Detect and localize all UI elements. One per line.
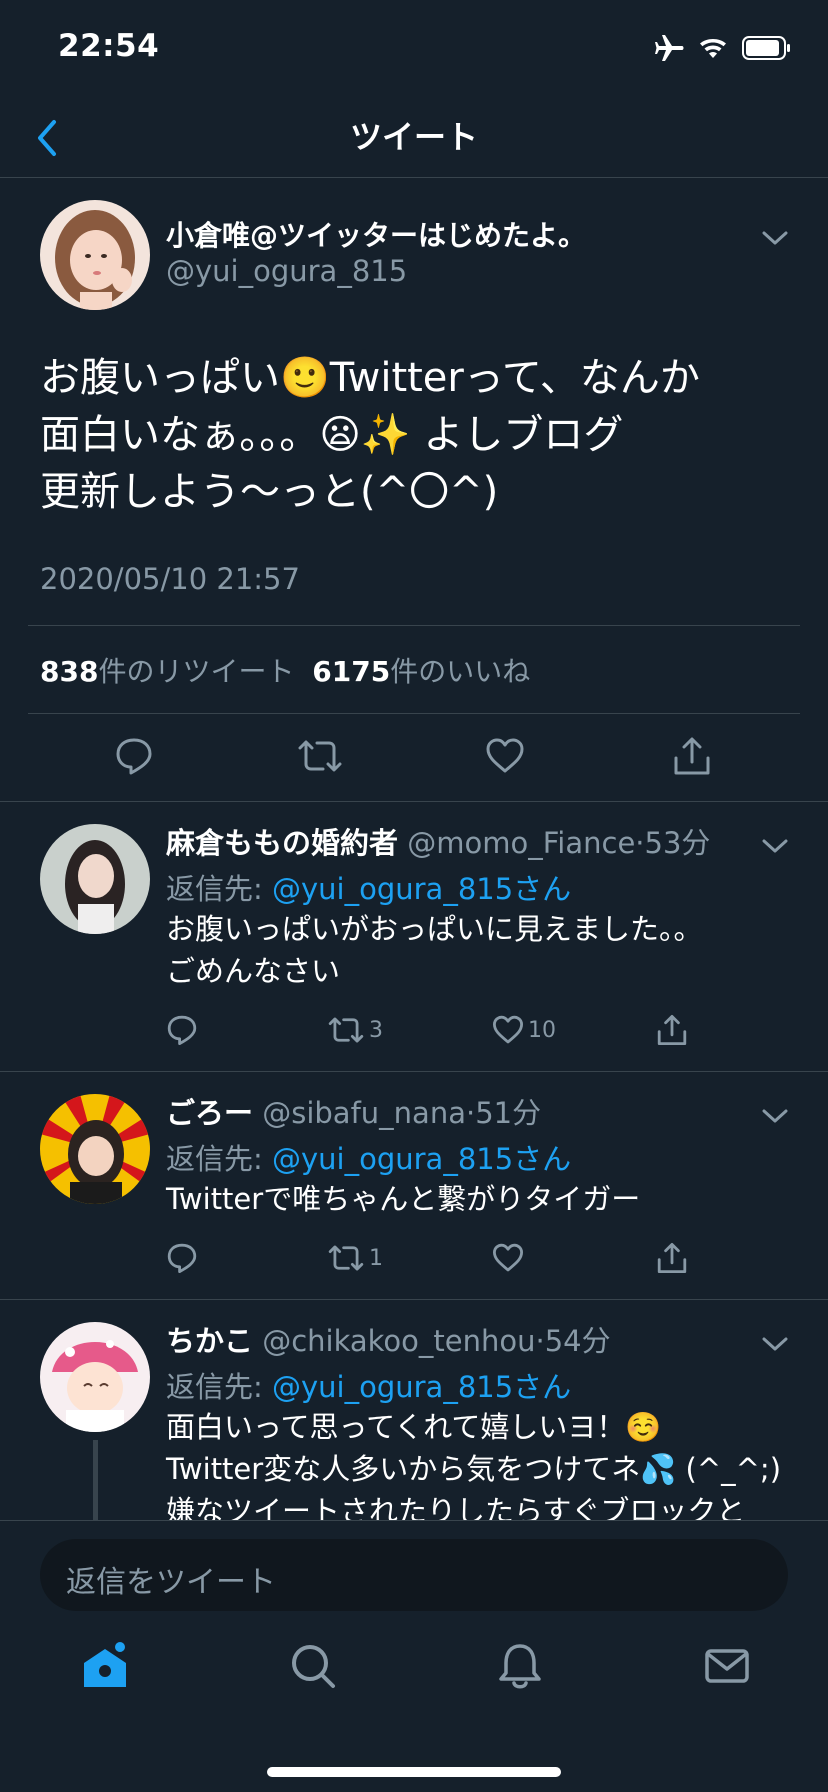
tweet-actions bbox=[0, 736, 828, 786]
reply-header: ちかこ @chikakoo_tenhou·54分 bbox=[166, 1324, 611, 1358]
reply-author-handle[interactable]: @chikakoo_tenhou bbox=[262, 1324, 535, 1358]
airplane-mode-icon bbox=[655, 35, 684, 61]
home-indicator[interactable] bbox=[267, 1767, 561, 1777]
like-label: 件のいいね bbox=[390, 655, 531, 688]
reply-text: Twitterで唯ちゃんと繋がりタイガー bbox=[166, 1182, 641, 1216]
status-bar: 22:54 bbox=[0, 0, 828, 100]
reply-icon bbox=[167, 1243, 197, 1273]
reply-time: 51分 bbox=[475, 1096, 542, 1130]
reply-author-handle[interactable]: @sibafu_nana bbox=[262, 1096, 466, 1130]
reply-author-handle[interactable]: @momo_Fiance bbox=[407, 826, 635, 860]
messages-mail-icon[interactable] bbox=[702, 1641, 752, 1691]
reply-icon[interactable] bbox=[114, 736, 154, 776]
chevron-down-icon[interactable] bbox=[760, 1334, 790, 1354]
share-icon bbox=[657, 1015, 687, 1045]
retweet-icon bbox=[328, 1245, 364, 1271]
reply-author-name[interactable]: ごろー bbox=[166, 1096, 253, 1130]
battery-icon bbox=[742, 36, 790, 60]
retweet-count: 838 bbox=[40, 655, 99, 688]
search-icon[interactable] bbox=[288, 1641, 338, 1691]
retweet-count: 1 bbox=[369, 1245, 383, 1271]
reply-header: ごろー @sibafu_nana·51分 bbox=[166, 1096, 542, 1130]
like-heart-icon[interactable] bbox=[485, 736, 525, 776]
reply-to: 返信先: @yui_ogura_815さん bbox=[166, 872, 572, 906]
tweet-text: お腹いっぱい🙂Twitterって、なんか 面白いなぁ。。。😦✨ よしブログ 更新… bbox=[40, 355, 700, 515]
page-title: ツイート bbox=[349, 118, 478, 156]
reply-icon bbox=[167, 1015, 197, 1045]
reply-composer: 返信をツイート bbox=[0, 1520, 828, 1792]
reply-tweet[interactable]: ごろー @sibafu_nana·51分 返信先: @yui_ogura_815… bbox=[0, 1072, 828, 1300]
chevron-down-icon[interactable] bbox=[760, 228, 790, 248]
reply-time: 54分 bbox=[544, 1324, 611, 1358]
like-count: 10 bbox=[528, 1017, 556, 1043]
notifications-bell-icon[interactable] bbox=[495, 1641, 545, 1691]
tweet-timestamp: 2020/05/10 21:57 bbox=[40, 562, 300, 596]
reply-header: 麻倉ももの婚約者 @momo_Fiance·53分 bbox=[166, 826, 711, 860]
retweet-label: 件のリツイート bbox=[98, 655, 295, 688]
reply-button[interactable] bbox=[166, 1242, 198, 1274]
share-button[interactable] bbox=[656, 1014, 688, 1046]
avatar[interactable] bbox=[40, 824, 150, 934]
reply-actions: 1 bbox=[0, 1242, 828, 1282]
like-heart-icon bbox=[493, 1015, 523, 1044]
wifi-icon bbox=[700, 39, 726, 58]
chevron-down-icon[interactable] bbox=[760, 1106, 790, 1126]
avatar[interactable] bbox=[40, 200, 150, 310]
retweet-icon bbox=[328, 1017, 364, 1043]
like-button[interactable] bbox=[492, 1242, 528, 1274]
chevron-down-icon[interactable] bbox=[760, 836, 790, 856]
reply-to-link[interactable]: @yui_ogura_815さん bbox=[272, 1370, 571, 1404]
home-icon[interactable] bbox=[80, 1641, 130, 1691]
author-name[interactable]: 小倉唯@ツイッターはじめたよ。 bbox=[166, 214, 586, 254]
tab-bar bbox=[0, 1641, 828, 1731]
reply-text: お腹いっぱいがおっぱいに見えました。。 ごめんなさい bbox=[166, 912, 703, 988]
avatar[interactable] bbox=[40, 1094, 150, 1204]
status-time: 22:54 bbox=[58, 28, 160, 64]
reply-tweet[interactable]: 麻倉ももの婚約者 @momo_Fiance·53分 返信先: @yui_ogur… bbox=[0, 802, 828, 1072]
divider bbox=[28, 625, 800, 626]
author-handle[interactable]: @yui_ogura_815 bbox=[166, 254, 407, 288]
retweet-button[interactable]: 1 bbox=[327, 1242, 383, 1274]
reply-author-name[interactable]: 麻倉ももの婚約者 bbox=[166, 826, 398, 860]
reply-actions: 3 10 bbox=[0, 1014, 828, 1054]
thread-line bbox=[93, 1440, 98, 1520]
share-button[interactable] bbox=[656, 1242, 688, 1274]
reply-tweet[interactable]: ちかこ @chikakoo_tenhou·54分 返信先: @yui_ogura… bbox=[0, 1300, 828, 1520]
reply-to-link[interactable]: @yui_ogura_815さん bbox=[272, 1142, 571, 1176]
reply-to-link[interactable]: @yui_ogura_815さん bbox=[272, 872, 571, 906]
reply-time: 53分 bbox=[644, 826, 711, 860]
reply-to: 返信先: @yui_ogura_815さん bbox=[166, 1370, 572, 1404]
nav-bar: ツイート bbox=[0, 100, 828, 178]
reply-button[interactable] bbox=[166, 1014, 198, 1046]
like-heart-icon bbox=[493, 1243, 523, 1272]
like-count: 6175 bbox=[312, 655, 391, 688]
main-tweet: 小倉唯@ツイッターはじめたよ。 @yui_ogura_815 お腹いっぱい🙂Tw… bbox=[0, 178, 828, 802]
reply-text: 面白いって思ってくれて嬉しいヨ！☺️ Twitter変な人多いから気をつけてネ💦… bbox=[166, 1410, 782, 1520]
retweet-button[interactable]: 3 bbox=[327, 1014, 383, 1046]
share-icon[interactable] bbox=[672, 736, 712, 776]
divider bbox=[28, 713, 800, 714]
tweet-stats[interactable]: 838件のリツイート 6175件のいいね bbox=[40, 650, 530, 690]
reply-author-name[interactable]: ちかこ bbox=[166, 1324, 253, 1358]
retweet-icon[interactable] bbox=[296, 736, 344, 776]
share-icon bbox=[657, 1243, 687, 1273]
retweet-count: 3 bbox=[369, 1017, 383, 1043]
like-button[interactable]: 10 bbox=[492, 1014, 556, 1046]
reply-to: 返信先: @yui_ogura_815さん bbox=[166, 1142, 572, 1176]
avatar[interactable] bbox=[40, 1322, 150, 1432]
reply-input[interactable]: 返信をツイート bbox=[40, 1539, 788, 1611]
